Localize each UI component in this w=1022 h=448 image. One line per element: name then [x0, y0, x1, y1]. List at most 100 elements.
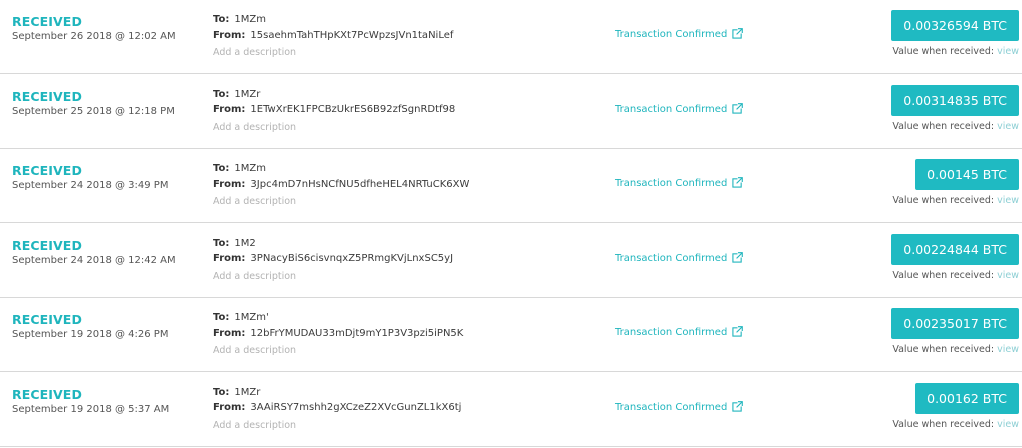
- from-address: 15saehmTahTHpKXt7PcWpzsJVn1taNiLef: [250, 29, 454, 41]
- to-line: To: 1MZm: [213, 12, 593, 28]
- amount-column: 0.00314835 BTC Value when received: view: [819, 84, 1019, 132]
- to-label: To:: [213, 14, 230, 25]
- amount-column: 0.00326594 BTC Value when received: view: [819, 10, 1019, 57]
- amount-button[interactable]: 0.00224844 BTC: [891, 233, 1019, 265]
- view-link[interactable]: view: [997, 419, 1019, 430]
- to-label: To:: [213, 386, 230, 398]
- value-when-received: Value when received: view: [819, 121, 1019, 132]
- address-column: To: 1M2 From: 3PNacyBiS6cisvnqxZ5PRmgKVjLn…: [213, 236, 593, 285]
- from-address: 3Jpc4mD7nHsNCfNU5dfheHEL4NRTuCK6XW: [250, 178, 470, 190]
- transaction-date: September 19 2018 @ 5:37 AM: [12, 403, 170, 415]
- amount-button[interactable]: 0.00235017 BTC: [891, 308, 1019, 339]
- amount-button[interactable]: 0.00162 BTC: [915, 382, 1019, 414]
- from-label: From:: [213, 253, 246, 264]
- amount-column: 0.00235017 BTC Value when received: view: [819, 308, 1019, 355]
- value-when-received: Value when received: view: [819, 270, 1019, 281]
- value-when-received: Value when received: view: [819, 46, 1019, 57]
- transaction-row: RECEIVED September 24 2018 @ 3:49 PM To:…: [0, 149, 1022, 223]
- from-label: From:: [213, 402, 246, 413]
- confirmation-label: Transaction Confirmed: [615, 401, 728, 413]
- transaction-confirmed-link[interactable]: Transaction Confirmed: [615, 400, 744, 413]
- address-column: To: 1MZr From: 3AAiRSY7mshh2gXCzeZ2XVcGunZ…: [213, 385, 593, 434]
- view-link[interactable]: view: [997, 344, 1019, 355]
- to-label: To:: [213, 312, 230, 323]
- address-column: To: 1MZm From: 15saehmTahTHpKXt7PcWpzsJVn1…: [213, 12, 593, 61]
- confirmation-label: Transaction Confirmed: [615, 103, 728, 115]
- add-description-field[interactable]: Add a description: [213, 418, 593, 434]
- transaction-row: RECEIVED September 24 2018 @ 12:42 AM To…: [0, 224, 1022, 298]
- address-column: To: 1MZr From: 1ETwXrEK1FPCBzUkrES6B92zfSg…: [213, 87, 593, 136]
- view-link[interactable]: view: [997, 121, 1019, 132]
- to-address: 1MZm: [234, 163, 266, 174]
- amount-column: 0.00162 BTC Value when received: view: [819, 382, 1019, 430]
- amount-button[interactable]: 0.00145 BTC: [915, 159, 1019, 190]
- value-label: Value when received:: [892, 46, 995, 57]
- to-address: 1MZr: [234, 386, 261, 398]
- add-description-field[interactable]: Add a description: [213, 343, 593, 359]
- transaction-confirmed-link[interactable]: Transaction Confirmed: [615, 177, 744, 189]
- transaction-row: RECEIVED September 26 2018 @ 12:02 AM To…: [0, 0, 1022, 74]
- to-line: To: 1MZm: [213, 161, 593, 177]
- from-line: From: 3Jpc4mD7nHsNCfNU5dfheHEL4NRTuCK6XW: [213, 177, 593, 193]
- to-label: To:: [213, 88, 230, 100]
- status-label: RECEIVED: [12, 163, 82, 178]
- to-line: To: 1MZr: [213, 385, 593, 401]
- add-description-field[interactable]: Add a description: [213, 120, 593, 136]
- to-address: 1M2: [234, 237, 256, 249]
- amount-button[interactable]: 0.00326594 BTC: [891, 10, 1019, 41]
- address-column: To: 1MZm From: 3Jpc4mD7nHsNCfNU5dfheHEL4NR…: [213, 161, 593, 210]
- transaction-confirmed-link[interactable]: Transaction Confirmed: [615, 326, 744, 338]
- transaction-date: September 26 2018 @ 12:02 AM: [12, 31, 176, 42]
- transaction-confirmed-link[interactable]: Transaction Confirmed: [615, 251, 744, 264]
- transaction-confirmed-link[interactable]: Transaction Confirmed: [615, 28, 744, 40]
- view-link[interactable]: view: [997, 270, 1019, 281]
- status-column: RECEIVED September 24 2018 @ 12:42 AM: [12, 237, 192, 268]
- value-label: Value when received:: [892, 195, 995, 206]
- transaction-confirmed-link[interactable]: Transaction Confirmed: [615, 102, 744, 115]
- transaction-row: RECEIVED September 19 2018 @ 5:37 AM To:…: [0, 373, 1022, 447]
- view-link[interactable]: view: [997, 195, 1019, 206]
- value-when-received: Value when received: view: [819, 195, 1019, 206]
- from-line: From: 3PNacyBiS6cisvnqxZ5PRmgKVjLnxSC5yJ: [213, 251, 593, 267]
- from-label: From:: [213, 104, 246, 115]
- status-label: RECEIVED: [12, 312, 82, 327]
- status-column: RECEIVED September 19 2018 @ 4:26 PM: [12, 313, 192, 342]
- confirmation-label: Transaction Confirmed: [615, 29, 728, 40]
- amount-column: 0.00224844 BTC Value when received: view: [819, 233, 1019, 281]
- add-description-field[interactable]: Add a description: [213, 194, 593, 210]
- external-link-icon: [732, 400, 744, 412]
- to-label: To:: [213, 163, 230, 174]
- from-address: 12bFrYMUDAU33mDjt9mY1P3V3pzi5iPN5K: [250, 327, 464, 339]
- transaction-date: September 24 2018 @ 3:49 PM: [12, 180, 169, 191]
- add-description-field[interactable]: Add a description: [213, 45, 593, 61]
- to-address: 1MZm: [234, 14, 266, 25]
- status-label: RECEIVED: [12, 14, 82, 29]
- from-label: From:: [213, 327, 246, 339]
- from-line: From: 1ETwXrEK1FPCBzUkrES6B92zfSgnRDtf98: [213, 102, 593, 118]
- from-address: 3PNacyBiS6cisvnqxZ5PRmgKVjLnxSC5yJ: [250, 253, 454, 264]
- transaction-list: RECEIVED September 26 2018 @ 12:02 AM To…: [0, 0, 1022, 448]
- value-when-received: Value when received: view: [819, 344, 1019, 355]
- status-label: RECEIVED: [12, 237, 82, 253]
- from-label: From:: [213, 29, 246, 41]
- value-label: Value when received:: [892, 120, 995, 132]
- to-label: To:: [213, 237, 230, 249]
- to-line: To: 1M2: [213, 236, 593, 252]
- confirmation-label: Transaction Confirmed: [615, 178, 728, 189]
- amount-button[interactable]: 0.00314835 BTC: [891, 84, 1019, 116]
- view-link[interactable]: view: [997, 46, 1019, 57]
- transaction-row: RECEIVED September 25 2018 @ 12:18 PM To…: [0, 75, 1022, 149]
- from-line: From: 15saehmTahTHpKXt7PcWpzsJVn1taNiLef: [213, 28, 593, 44]
- confirmation-label: Transaction Confirmed: [615, 327, 728, 338]
- status-column: RECEIVED September 19 2018 @ 5:37 AM: [12, 387, 192, 417]
- external-link-icon: [732, 28, 744, 39]
- add-description-field[interactable]: Add a description: [213, 269, 593, 285]
- from-address: 3AAiRSY7mshh2gXCzeZ2XVcGunZL1kX6tj: [250, 402, 462, 413]
- from-label: From:: [213, 178, 246, 190]
- value-label: Value when received:: [892, 344, 995, 355]
- transaction-date: September 24 2018 @ 12:42 AM: [12, 254, 176, 266]
- transaction-date: September 25 2018 @ 12:18 PM: [12, 105, 175, 117]
- external-link-icon: [732, 177, 744, 188]
- to-address: 1MZm': [234, 312, 269, 323]
- from-line: From: 12bFrYMUDAU33mDjt9mY1P3V3pzi5iPN5K: [213, 326, 593, 342]
